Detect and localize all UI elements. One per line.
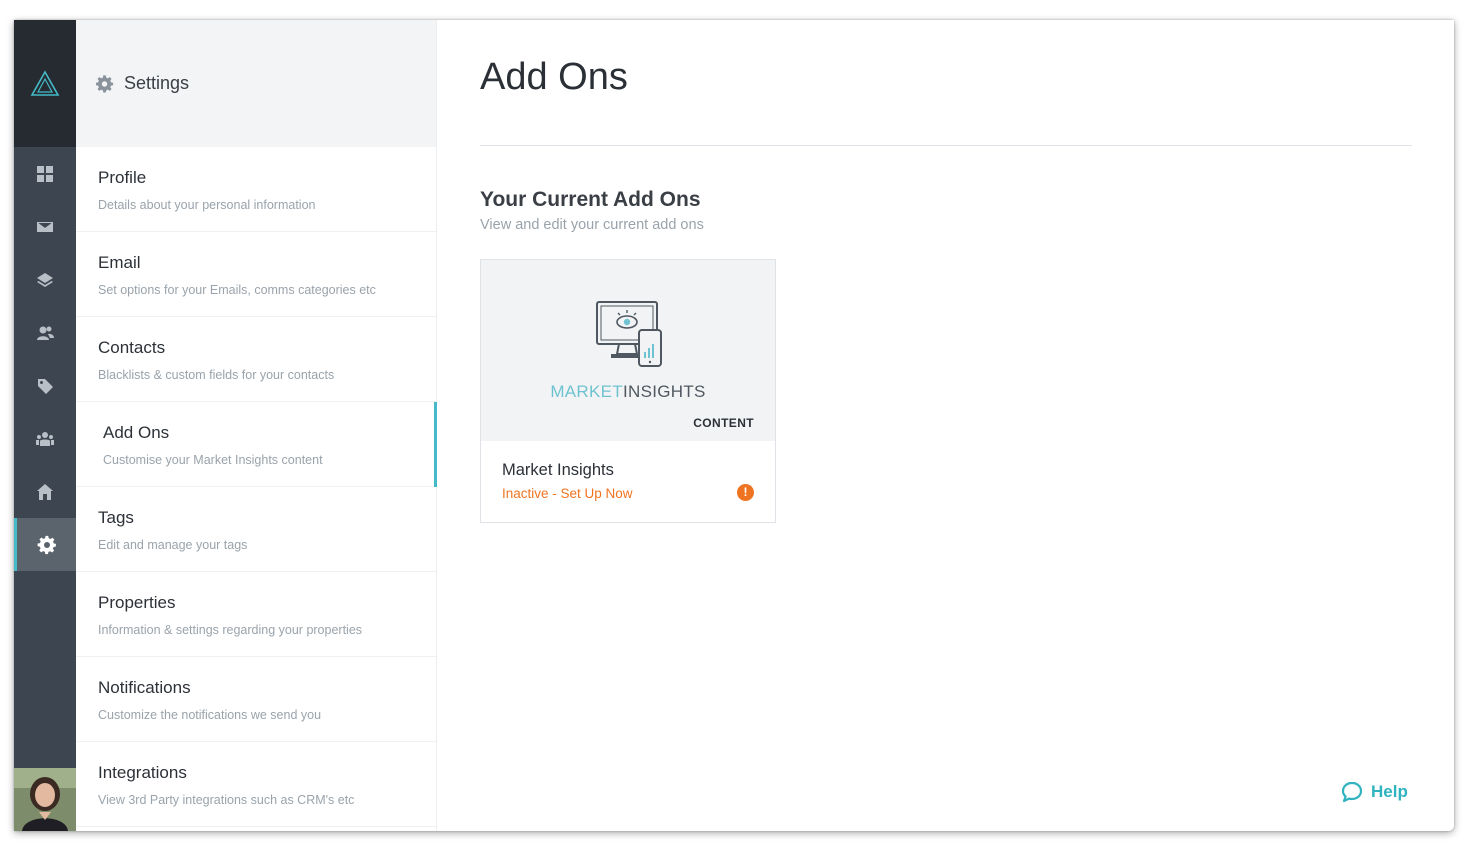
menu-item-label: Integrations — [98, 763, 187, 782]
rail-team[interactable] — [14, 412, 76, 465]
rail-home[interactable] — [14, 465, 76, 518]
page-title: Add Ons — [480, 56, 628, 98]
menu-item-properties[interactable]: Properties Information & settings regard… — [76, 572, 436, 657]
menu-item-add-ons[interactable]: Add Ons Customise your Market Insights c… — [76, 402, 437, 487]
icon-rail — [14, 20, 76, 831]
logo-triangle-icon — [30, 69, 60, 96]
menu-item-description: Customize the notifications we send you — [98, 708, 322, 722]
addon-brand-logo: MARKETINSIGHTS — [481, 382, 775, 402]
menu-item-description: Edit and manage your tags — [98, 538, 248, 552]
menu-item-description: Details about your personal information — [98, 198, 316, 212]
brand-text-dark: INSIGHTS — [622, 382, 706, 401]
chat-bubble-icon — [1341, 781, 1363, 803]
rail-settings[interactable] — [14, 518, 76, 571]
grid-icon — [37, 165, 53, 182]
rail-tags[interactable] — [14, 359, 76, 412]
app-logo[interactable] — [14, 20, 76, 147]
help-label: Help — [1371, 782, 1408, 801]
addon-category: CONTENT — [693, 416, 754, 430]
addon-card-banner: MARKETINSIGHTS CONTENT — [481, 260, 775, 441]
user-photo-icon — [14, 768, 76, 831]
rail-dashboard[interactable] — [14, 147, 76, 200]
home-icon — [37, 483, 53, 500]
help-button[interactable]: Help — [1340, 780, 1408, 804]
user-avatar[interactable] — [14, 768, 76, 831]
settings-header: Settings — [76, 20, 436, 147]
menu-item-label: Notifications — [98, 678, 191, 697]
contacts-icon — [37, 326, 54, 340]
menu-item-description: Information & settings regarding your pr… — [98, 623, 363, 637]
addon-card-market-insights[interactable]: MARKETINSIGHTS CONTENT Market Insights I… — [480, 259, 776, 523]
menu-item-email[interactable]: Email Set options for your Emails, comms… — [76, 232, 436, 317]
warning-icon: ! — [737, 484, 754, 501]
menu-item-description: Blacklists & custom fields for your cont… — [98, 368, 335, 382]
menu-item-label: Tags — [98, 508, 134, 527]
section-subtitle: View and edit your current add ons — [480, 217, 704, 233]
addon-status-link[interactable]: Inactive - Set Up Now — [502, 486, 633, 501]
team-icon — [36, 431, 54, 446]
menu-item-label: Email — [98, 253, 141, 272]
settings-sidebar: Settings Profile Details about your pers… — [76, 20, 437, 831]
menu-item-tags[interactable]: Tags Edit and manage your tags — [76, 487, 436, 572]
menu-item-notifications[interactable]: Notifications Customize the notification… — [76, 657, 436, 742]
tag-icon — [38, 378, 53, 394]
menu-item-integrations[interactable]: Integrations View 3rd Party integrations… — [76, 742, 436, 827]
addon-name: Market Insights — [502, 461, 614, 479]
monitor-eye-icon — [596, 301, 662, 367]
gear-icon — [37, 535, 56, 554]
mail-icon — [37, 221, 53, 232]
menu-item-label: Profile — [98, 168, 147, 187]
menu-item-profile[interactable]: Profile Details about your personal info… — [76, 147, 436, 232]
rail-layers[interactable] — [14, 253, 76, 306]
menu-item-description: View 3rd Party integrations such as CRM'… — [98, 793, 355, 807]
menu-item-description: Set options for your Emails, comms categ… — [98, 283, 376, 297]
rail-contacts[interactable] — [14, 306, 76, 359]
main-content: Add Ons Your Current Add Ons View and ed… — [437, 20, 1454, 831]
menu-item-description: Customise your Market Insights content — [103, 453, 323, 467]
settings-gear-icon — [96, 74, 114, 93]
section-title: Your Current Add Ons — [480, 188, 701, 211]
app-window: Settings Profile Details about your pers… — [14, 20, 1454, 831]
menu-item-contacts[interactable]: Contacts Blacklists & custom fields for … — [76, 317, 436, 402]
brand-text-light: MARKET — [550, 382, 623, 401]
menu-item-label: Add Ons — [103, 423, 170, 442]
title-divider — [480, 145, 1412, 146]
menu-item-label: Properties — [98, 593, 176, 612]
layers-icon — [37, 272, 53, 287]
menu-item-label: Contacts — [98, 338, 166, 357]
settings-title: Settings — [124, 73, 190, 93]
rail-mail[interactable] — [14, 200, 76, 253]
